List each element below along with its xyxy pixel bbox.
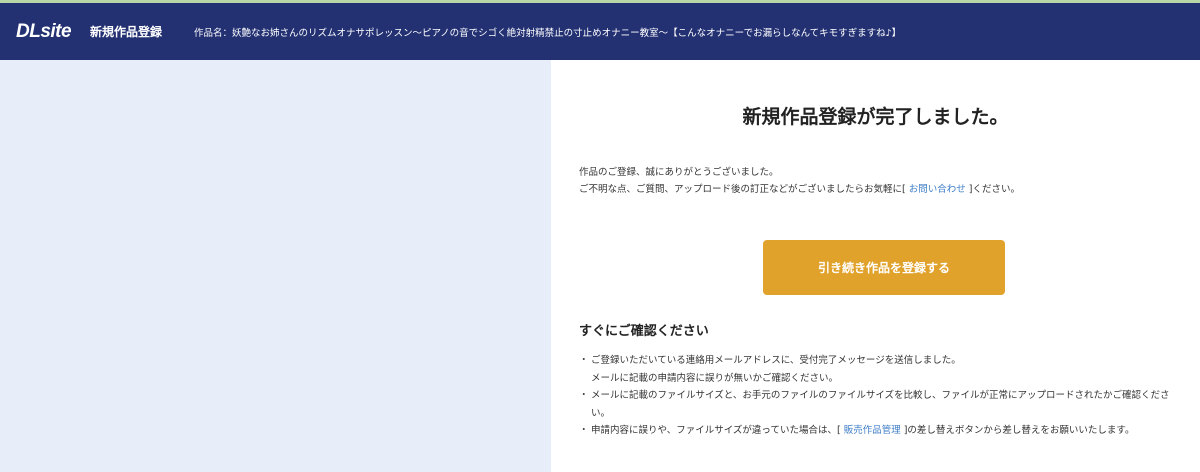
header-bar: DLsite 新規作品登録 作品名：妖艶なお姉さんのリズムオナサポレッスン〜ピア… — [0, 3, 1200, 60]
page-title: 新規作品登録が完了しました。 — [742, 106, 1009, 128]
note-1: ・ ご登録いただいている連絡用メールアドレスに、受付完了メッセージを送信しました… — [579, 352, 1191, 387]
note-3-post: ]の差し替えボタンから差し替えをお願いいたします。 — [900, 425, 1135, 436]
note-1-line-b: メールに記載の申請内容に誤りが無いかご確認ください。 — [591, 372, 839, 384]
note-2-line-b: い。 — [591, 407, 611, 419]
dlsite-logo[interactable]: DLsite — [16, 21, 82, 43]
left-pane — [0, 60, 551, 472]
work-name: 作品名：妖艶なお姉さんのリズムオナサポレッスン〜ピアノの音でシゴく絶対射精禁止の… — [194, 27, 902, 39]
bullet: ・ — [579, 355, 589, 366]
thanks-line-1: 作品のご登録、誠にありがとうございました。 — [579, 167, 779, 178]
note-2-line-a: メールに記載のファイルサイズと、お手元のファイルのファイルサイズを比較し、ファイ… — [591, 390, 1170, 401]
completion-panel: 新規作品登録が完了しました。 作品のご登録、誠にありがとうございました。 ご不明… — [551, 60, 1200, 472]
continue-register-button[interactable]: 引き続き作品を登録する — [763, 240, 1005, 295]
bullet: ・ — [579, 390, 589, 401]
note-3-pre: 申請内容に誤りや、ファイルサイズが違っていた場合は、[ — [591, 425, 844, 436]
notes-list: ・ ご登録いただいている連絡用メールアドレスに、受付完了メッセージを送信しました… — [579, 352, 1191, 440]
thanks-line-2-post: ]ください。 — [965, 184, 1020, 195]
note-3: ・ 申請内容に誤りや、ファイルサイズが違っていた場合は、[ 販売作品管理 ]の差… — [579, 422, 1191, 440]
note-2: ・ メールに記載のファイルサイズと、お手元のファイルのファイルサイズを比較し、フ… — [579, 387, 1191, 422]
note-3-line: 申請内容に誤りや、ファイルサイズが違っていた場合は、[ 販売作品管理 ]の差し替… — [591, 422, 1191, 440]
bullet: ・ — [579, 425, 589, 436]
thanks-line-2: ご不明な点、ご質問、アップロード後の訂正などがございましたらお気軽に[ お問い合… — [579, 181, 1020, 198]
note-1-line-a: ご登録いただいている連絡用メールアドレスに、受付完了メッセージを送信しました。 — [591, 355, 961, 366]
contact-link[interactable]: お問い合わせ — [909, 184, 966, 195]
header-title: 新規作品登録 — [90, 25, 163, 39]
section-heading: すぐにご確認ください — [579, 324, 709, 339]
sales-management-link[interactable]: 販売作品管理 — [844, 425, 901, 436]
thanks-message: 作品のご登録、誠にありがとうございました。 ご不明な点、ご質問、アップロード後の… — [579, 164, 1020, 198]
thanks-line-2-pre: ご不明な点、ご質問、アップロード後の訂正などがございましたらお気軽に[ — [579, 184, 909, 195]
